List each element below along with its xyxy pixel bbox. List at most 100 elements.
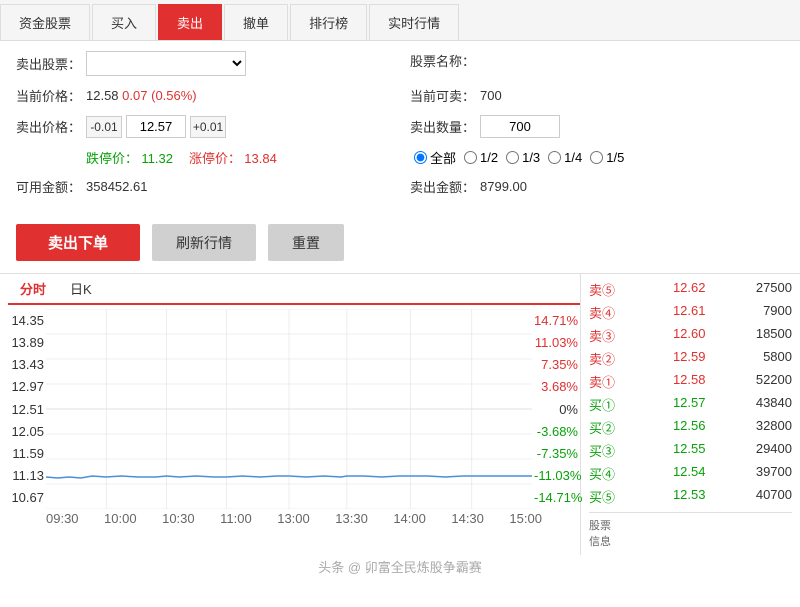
sell-qty-label: 卖出数量： [410,117,480,136]
ob-row-sell2: 卖② 12.59 5800 [589,347,792,370]
ob-sell5-price: 12.62 [656,280,706,299]
ob-sell3-price: 12.60 [656,326,706,345]
main-container: 资金股票 买入 卖出 撤单 排行榜 实时行情 卖出股票： 股票名称： [0,0,800,607]
price-change-value: 0.07 [122,88,147,103]
ratio-fifth[interactable]: 1/5 [590,150,624,165]
refresh-button[interactable]: 刷新行情 [152,224,256,261]
row-stock: 卖出股票： 股票名称： [16,51,784,86]
form-row-current-price: 当前价格： 12.58 0.07 (0.56%) [16,86,390,105]
ob-row-buy5: 买⑤ 12.53 40700 [589,485,792,508]
sell-price-label: 卖出价格： [16,117,86,136]
ob-row-buy2: 买② 12.56 32800 [589,416,792,439]
price-hints: 跌停价： 11.32 涨停价： 13.84 [86,148,390,167]
form-row-sell-amount: 卖出金额： 8799.00 [410,177,784,196]
ratio-quarter[interactable]: 1/4 [548,150,582,165]
row-funds-amount: 可用金额： 358452.61 卖出金额： 8799.00 [16,177,784,206]
available-funds-value: 358452.61 [86,179,147,194]
ob-sell4-label: 卖④ [589,303,619,322]
chart-area: 分时 日K 14.35 13.89 13.43 12.97 12.51 12.0… [0,274,580,555]
ob-sell3-qty: 18500 [742,326,792,345]
y-axis-right: 14.71% 11.03% 7.35% 3.68% 0% -3.68% -7.3… [532,309,580,509]
col-available-funds: 可用金额： 358452.61 [16,177,390,206]
form-row-stock: 卖出股票： [16,51,390,76]
sell-amount-value: 8799.00 [480,179,527,194]
ob-sell4-price: 12.61 [656,303,706,322]
ob-buy2-label: 买② [589,418,619,437]
sell-amount-label: 卖出金额： [410,177,480,196]
ob-sell4-qty: 7900 [742,303,792,322]
ob-sell3-label: 卖③ [589,326,619,345]
ob-buy4-label: 买④ [589,464,619,483]
price-change-pct: (0.56%) [151,88,197,103]
ob-sell1-qty: 52200 [742,372,792,391]
form-row-available: 当前可卖： 700 [410,86,784,105]
sell-price-input[interactable] [126,115,186,138]
ob-buy1-qty: 43840 [742,395,792,414]
col-stock-select: 卖出股票： [16,51,390,86]
col-sell-amount: 卖出金额： 8799.00 [390,177,784,206]
ob-row-sell3: 卖③ 12.60 18500 [589,324,792,347]
tab-sell[interactable]: 卖出 [158,4,222,40]
form-row-sell-price: 卖出价格： -0.01 +0.01 [16,115,390,138]
ob-buy5-label: 买⑤ [589,487,619,506]
available-qty-value: 700 [480,88,502,103]
sell-qty-input[interactable] [480,115,560,138]
col-stock-name: 股票名称： [390,51,784,86]
col-available-qty: 当前可卖： 700 [390,86,784,115]
ob-buy2-price: 12.56 [656,418,706,437]
ob-buy2-qty: 32800 [742,418,792,437]
tab-daily-chart[interactable]: 日K [58,274,104,303]
ratio-all[interactable]: 全部 [414,148,456,167]
rise-limit-value: 13.84 [244,151,277,166]
ob-buy4-price: 12.54 [656,464,706,483]
fall-limit-hint: 跌停价： 11.32 [86,148,173,167]
ob-row-buy1: 买① 12.57 43840 [589,393,792,416]
ob-row-sell5: 卖⑤ 12.62 27500 [589,278,792,301]
tab-minute-chart[interactable]: 分时 [8,274,58,305]
ob-sell5-label: 卖⑤ [589,280,619,299]
form-row-available-funds: 可用金额： 358452.61 [16,177,390,196]
ob-sell1-label: 卖① [589,372,619,391]
sell-order-button[interactable]: 卖出下单 [16,224,140,261]
ob-row-buy4: 买④ 12.54 39700 [589,462,792,485]
chart-svg [46,309,532,509]
col-current-price: 当前价格： 12.58 0.07 (0.56%) [16,86,390,115]
tab-realtime[interactable]: 实时行情 [369,4,459,40]
ratio-third[interactable]: 1/3 [506,150,540,165]
reset-button[interactable]: 重置 [268,224,344,261]
tab-ranking[interactable]: 排行榜 [290,4,367,40]
current-price-value: 12.58 [86,88,119,103]
ob-row-sell4: 卖④ 12.61 7900 [589,301,792,324]
tab-capital-stocks[interactable]: 资金股票 [0,4,90,40]
ob-footer-label: 股票信息 [589,517,619,549]
form-row-sell-qty: 卖出数量： [410,115,784,138]
price-input-group: -0.01 +0.01 [86,115,226,138]
watermark-text: 头条 @ 卯富全民炼股争霸赛 [318,560,481,575]
ob-buy3-qty: 29400 [742,441,792,460]
row-sell-price-qty: 卖出价格： -0.01 +0.01 跌停价： 11.32 涨停价： 13.84 [16,115,784,177]
chart-line-svg [46,309,532,509]
form-row-stock-name: 股票名称： [410,51,784,70]
col-sell-qty: 卖出数量： 全部 1/2 1/3 [390,115,784,177]
y-axis-left: 14.35 13.89 13.43 12.97 12.51 12.05 11.5… [8,309,46,509]
price-increase-btn[interactable]: +0.01 [190,116,226,138]
form-row-ratio: 全部 1/2 1/3 1/4 1/5 [410,148,784,167]
stock-select-input[interactable] [86,51,246,76]
price-decrease-btn[interactable]: -0.01 [86,116,122,138]
ob-sell5-qty: 27500 [742,280,792,299]
ratio-half[interactable]: 1/2 [464,150,498,165]
ob-buy3-price: 12.55 [656,441,706,460]
available-qty-label: 当前可卖： [410,86,480,105]
ob-sell2-qty: 5800 [742,349,792,368]
bottom-area: 分时 日K 14.35 13.89 13.43 12.97 12.51 12.0… [0,273,800,555]
orderbook: 卖⑤ 12.62 27500 卖④ 12.61 7900 卖③ 12.60 18… [580,274,800,555]
button-row: 卖出下单 刷新行情 重置 [0,216,800,269]
ob-buy1-price: 12.57 [656,395,706,414]
stock-name-label: 股票名称： [410,51,480,70]
tab-cancel[interactable]: 撤单 [224,4,288,40]
col-sell-price: 卖出价格： -0.01 +0.01 跌停价： 11.32 涨停价： 13.84 [16,115,390,177]
tab-buy[interactable]: 买入 [92,4,156,40]
x-axis: 09:30 10:00 10:30 11:00 13:00 13:30 14:0… [8,509,580,526]
ob-buy5-qty: 40700 [742,487,792,506]
tab-bar: 资金股票 买入 卖出 撤单 排行榜 实时行情 [0,0,800,41]
